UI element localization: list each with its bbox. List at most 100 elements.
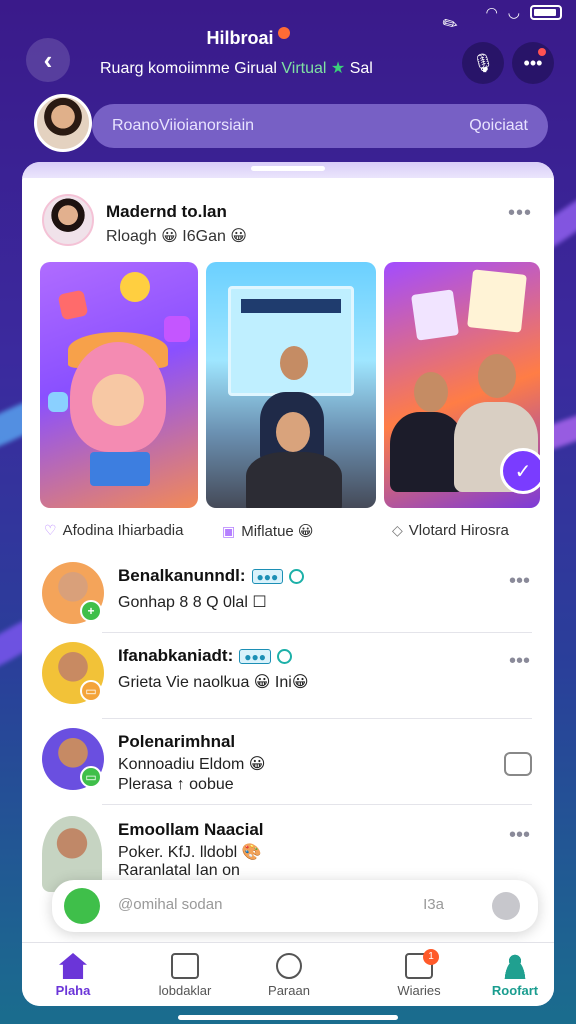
person-icon xyxy=(501,953,529,979)
drag-handle[interactable] xyxy=(251,166,325,171)
search-input[interactable]: RoanoViioianorsiain Qoiciaat xyxy=(92,104,548,148)
post-author[interactable]: Madernd to.lan xyxy=(106,202,227,222)
more-options-icon[interactable]: ••• xyxy=(509,650,530,673)
compose-placeholder: @omihal sodan xyxy=(118,896,223,913)
screen-banner xyxy=(241,299,341,313)
messages-icon: 1 xyxy=(405,949,439,979)
feed-card: Madernd to.lan Rloagh 😀 I6Gan 😀 ••• ✓ ♡ … xyxy=(22,162,554,1006)
contact-name: Benalkanunndl: xyxy=(118,566,246,585)
battery-icon xyxy=(530,5,562,20)
contact-status: Gonhap 8 8 Q 0lal ☐ xyxy=(118,594,267,611)
calendar-icon: ▣ xyxy=(222,522,236,539)
search-action[interactable]: Qoiciaat xyxy=(469,117,528,135)
contact-status: Konnoadiu Eldom 😀 xyxy=(118,756,266,773)
contact-name: Ifanabkaniadt: xyxy=(118,646,234,665)
contact-name: Polenarimhnal xyxy=(118,732,236,751)
mic-button[interactable]: 🎙 xyxy=(462,42,504,84)
post-meta: Rloagh 😀 I6Gan 😀 xyxy=(106,228,247,245)
sticker-icon xyxy=(57,289,89,321)
home-indicator xyxy=(178,1015,398,1020)
caption-item[interactable]: ♡ Afodina Ihiarbadia xyxy=(44,522,184,539)
nav-label: Wiaries xyxy=(397,983,441,998)
nav-label: Paraan xyxy=(268,983,310,998)
chevron-left-icon: ‹ xyxy=(43,44,53,75)
divider xyxy=(102,632,532,633)
contact-substatus: Plerasa ↑ oobue xyxy=(118,776,234,793)
more-options-icon[interactable]: ••• xyxy=(508,202,532,225)
post-image[interactable]: ✓ xyxy=(384,262,540,508)
more-options-icon[interactable]: ••• xyxy=(509,570,530,593)
nav-profile[interactable]: Roofart xyxy=(470,953,554,998)
divider xyxy=(102,718,532,719)
verified-badge: ●●● xyxy=(251,568,284,584)
avatar[interactable] xyxy=(42,194,94,246)
subtitle-text: Ruarg komoiimme Girual xyxy=(100,60,277,77)
person-figure xyxy=(246,452,342,508)
signal-icon: ◡ xyxy=(507,4,520,20)
compass-icon xyxy=(276,953,302,979)
mic-icon: 🎙 xyxy=(471,52,495,73)
message-square-icon[interactable] xyxy=(504,752,532,776)
page-title: Hilbroai xyxy=(206,28,274,48)
compose-bar[interactable]: @omihal sodan I3a xyxy=(52,880,538,932)
list-item[interactable]: ▭ Ifanabkaniadt: ●●● Grieta Vie naolkua 😀… xyxy=(40,638,532,718)
heart-check-icon: ✓ xyxy=(514,460,532,483)
person-head xyxy=(276,412,310,452)
caption-item[interactable]: ▣ Miflatue 😀 xyxy=(222,522,314,541)
heart-outline-icon: ♡ xyxy=(44,522,57,538)
contact-name: Emoollam Naacial xyxy=(118,820,264,839)
post-image[interactable] xyxy=(206,262,376,508)
back-button[interactable]: ‹ xyxy=(26,38,70,82)
list-item[interactable]: ▭ Polenarimhnal Konnoadiu Eldom 😀 Pleras… xyxy=(40,724,532,804)
nav-label: lobdaklar xyxy=(158,983,212,998)
photo-card xyxy=(411,289,459,341)
nav-label: Plaha xyxy=(55,983,91,998)
more-options-icon[interactable]: ••• xyxy=(509,824,530,847)
nav-label: Roofart xyxy=(491,983,539,998)
post-header: Madernd to.lan Rloagh 😀 I6Gan 😀 ••• xyxy=(40,194,536,252)
chat-badge-icon: ▭ xyxy=(80,766,102,788)
nav-home[interactable]: Plaha xyxy=(28,953,118,998)
chat-icon[interactable] xyxy=(64,888,100,924)
more-button[interactable]: ••• xyxy=(512,42,554,84)
tag-icon: ◇ xyxy=(392,522,403,538)
caption-text: Afodina Ihiarbadia xyxy=(62,522,184,539)
card-header xyxy=(22,162,554,178)
send-button[interactable] xyxy=(492,892,520,920)
person-head xyxy=(280,346,308,380)
header-title-wrap: Hilbroai xyxy=(90,26,406,49)
chat-bubble-button[interactable]: ✓ xyxy=(500,448,540,494)
status-bar: ✎ ◠ ◡ xyxy=(0,0,576,37)
contact-status: Grieta Vie naolkua 😀 Ini😀 xyxy=(118,674,309,691)
avatar[interactable] xyxy=(34,94,92,152)
character-face xyxy=(92,374,144,426)
bottom-nav: Plaha lobdaklar Paraan 1 Wiaries Roofart xyxy=(22,942,554,1006)
nav-compass[interactable]: Paraan xyxy=(244,953,334,998)
nav-box[interactable]: lobdaklar xyxy=(140,953,230,998)
caption-text: Miflatue 😀 xyxy=(241,523,314,540)
post-image[interactable] xyxy=(40,262,198,508)
wifi-icon: ◠ xyxy=(485,4,498,20)
star-sticker-icon xyxy=(120,272,150,302)
compose-count: I3a xyxy=(423,896,444,913)
verified-icon xyxy=(277,648,292,664)
nav-badge: 1 xyxy=(423,949,439,965)
star-icon: ★ xyxy=(330,60,346,77)
book-shape xyxy=(90,452,150,486)
caption-item[interactable]: ◇ Vlotard Hirosra xyxy=(392,522,509,539)
home-icon xyxy=(59,953,87,979)
caption-text: Vlotard Hirosra xyxy=(408,522,509,539)
media-captions: ♡ Afodina Ihiarbadia ▣ Miflatue 😀 ◇ Vlot… xyxy=(40,520,536,544)
subtitle-end: Sal xyxy=(349,60,373,77)
person-head xyxy=(414,372,448,412)
edit-icon[interactable]: ✎ xyxy=(439,12,463,38)
person-head xyxy=(478,354,516,398)
verified-badge: ●●● xyxy=(239,648,271,664)
verified-icon xyxy=(289,568,305,584)
search-placeholder: RoanoViioianorsiain xyxy=(112,117,255,134)
nav-messages[interactable]: 1 Wiaries xyxy=(374,949,464,998)
box-icon xyxy=(171,953,199,979)
list-item[interactable]: + Benalkanunndl: ●●● Gonhap 8 8 Q 0lal ☐ … xyxy=(40,558,532,638)
page-subtitle: Ruarg komoiimme Girual Virtual ★ Sal xyxy=(100,58,373,78)
photo-card xyxy=(467,269,527,333)
